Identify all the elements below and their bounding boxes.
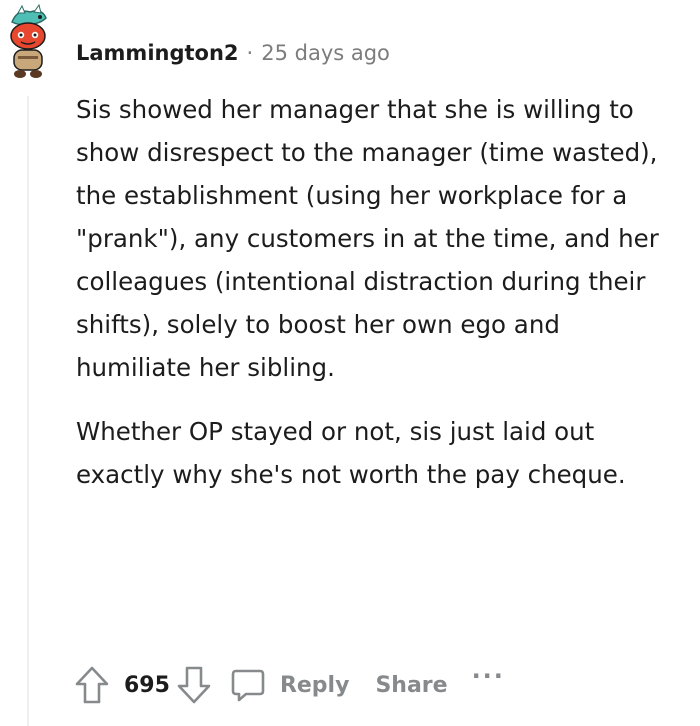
avatar[interactable] — [0, 3, 56, 82]
comment-paragraph: Sis showed her manager that she is willi… — [76, 95, 659, 382]
thread-line[interactable] — [27, 96, 29, 726]
snoo-avatar-icon — [10, 3, 47, 78]
reply-label: Reply — [279, 672, 350, 698]
vote-score: 695 — [124, 672, 170, 698]
timestamp[interactable]: 25 days ago — [261, 41, 390, 65]
comment-paragraph: Whether OP stayed or not, sis just laid … — [76, 417, 626, 489]
comment-header: Lammington2 · 25 days ago — [76, 38, 390, 68]
upvote-button[interactable] — [72, 663, 112, 707]
share-button[interactable]: Share — [375, 673, 447, 698]
username[interactable]: Lammington2 — [76, 41, 239, 65]
arrow-down-icon — [177, 666, 211, 704]
arrow-up-icon — [75, 666, 109, 704]
more-options-button[interactable]: ··· — [472, 662, 505, 690]
downvote-button[interactable] — [174, 663, 214, 707]
separator-dot: · — [246, 41, 254, 65]
comment-body: Sis showed her manager that she is willi… — [76, 88, 676, 496]
comment-actions: 695 Reply Share ··· — [72, 660, 505, 710]
speech-bubble-icon — [231, 669, 265, 702]
reply-button[interactable]: Reply — [230, 667, 350, 703]
